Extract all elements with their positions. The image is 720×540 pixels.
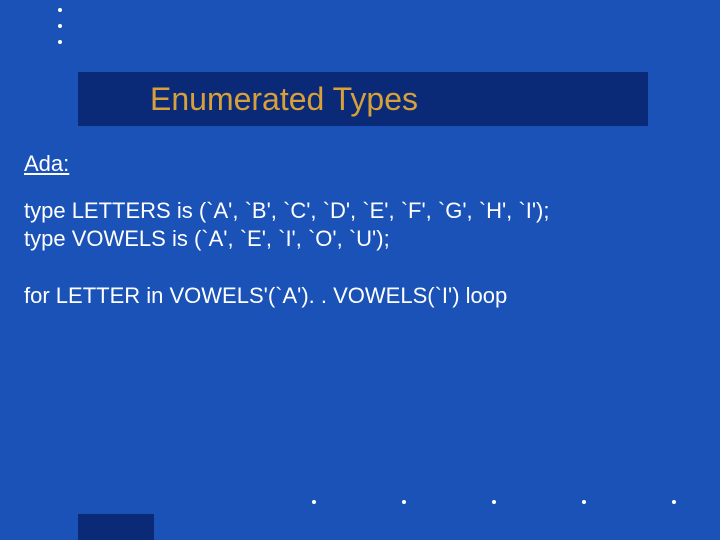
content-area: Ada: type LETTERS is (`A', `B', `C', `D'…: [24, 150, 696, 338]
bullet-dot: [672, 500, 676, 504]
language-label: Ada:: [24, 150, 696, 179]
bullet-dot: [58, 24, 62, 28]
bullet-dot: [58, 40, 62, 44]
bullet-dot: [402, 500, 406, 504]
bullet-dot: [58, 8, 62, 12]
slide-title: Enumerated Types: [150, 81, 418, 118]
decorative-bullets-bottom: [312, 500, 676, 504]
code-line: type VOWELS is (`A', `E', `I', `O', `U')…: [24, 225, 696, 254]
code-block-loop: for LETTER in VOWELS'(`A'). . VOWELS(`I'…: [24, 282, 696, 311]
bullet-dot: [492, 500, 496, 504]
title-bar: Enumerated Types: [78, 72, 648, 126]
code-block-types: type LETTERS is (`A', `B', `C', `D', `E'…: [24, 197, 696, 254]
decorative-square: [78, 514, 154, 540]
bullet-dot: [582, 500, 586, 504]
decorative-bullets-top: [58, 8, 62, 44]
bullet-dot: [312, 500, 316, 504]
code-line: for LETTER in VOWELS'(`A'). . VOWELS(`I'…: [24, 282, 696, 311]
code-line: type LETTERS is (`A', `B', `C', `D', `E'…: [24, 197, 696, 226]
